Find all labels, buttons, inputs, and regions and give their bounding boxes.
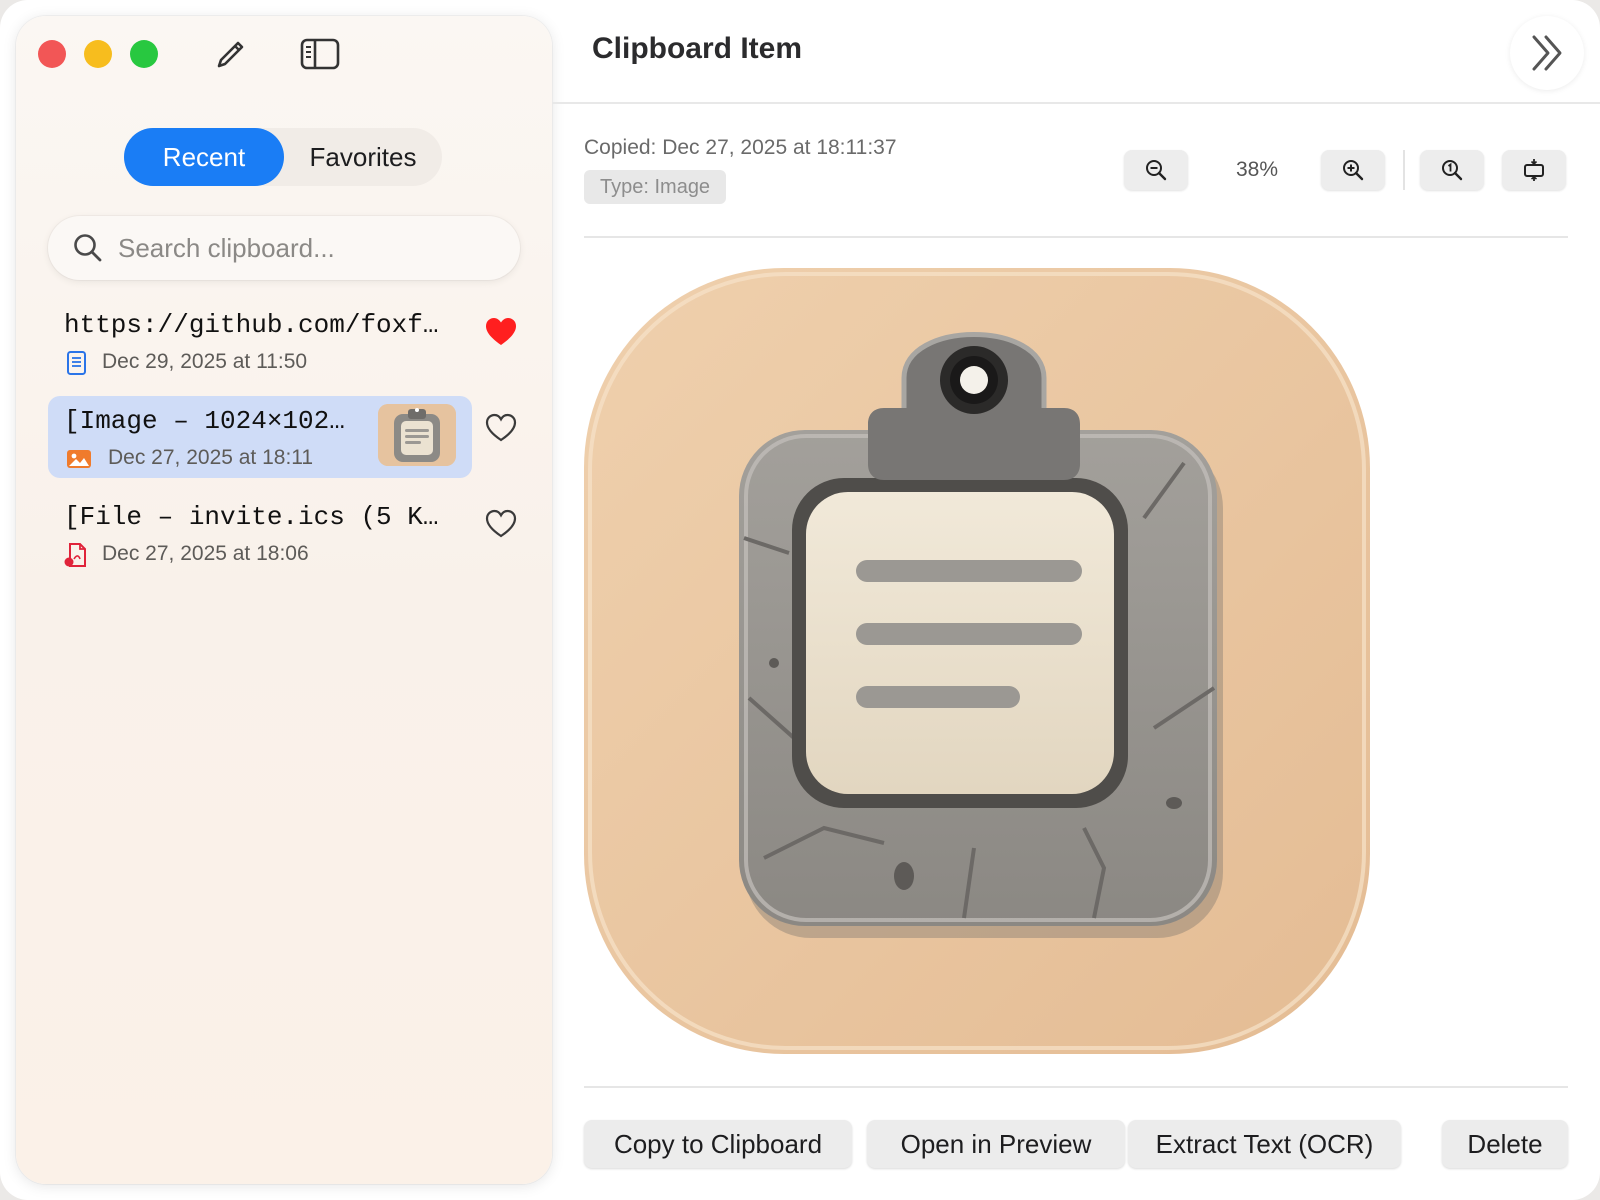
heart-outline-icon[interactable]: [484, 508, 518, 540]
list-item[interactable]: [File – invite.ics (5 K… Dec 27, 2025 at…: [48, 492, 472, 574]
clip-title: https://github.com/foxf…: [64, 310, 439, 340]
document-icon: [67, 351, 86, 375]
fit-to-window-icon: [1524, 159, 1544, 181]
image-icon: [67, 450, 91, 468]
copied-timestamp: Copied: Dec 27, 2025 at 18:11:37: [584, 136, 897, 159]
pencil-icon[interactable]: [210, 36, 250, 72]
close-window-button[interactable]: [38, 40, 66, 68]
clip-title: [Image – 1024×102…: [64, 406, 345, 436]
type-badge: Type: Image: [584, 170, 727, 204]
minimize-window-button[interactable]: [84, 40, 112, 68]
zoom-out-icon: [1146, 160, 1167, 181]
tab-switcher: Recent Favorites: [124, 128, 442, 186]
zoom-in-icon: [1343, 160, 1364, 181]
search-bar: [48, 216, 520, 280]
fit-to-window-button[interactable]: [1502, 150, 1566, 190]
clip-date: Dec 27, 2025 at 18:11: [108, 446, 314, 469]
delete-button[interactable]: Delete: [1442, 1120, 1568, 1168]
clip-date: Dec 27, 2025 at 18:06: [102, 542, 309, 565]
clip-date: Dec 29, 2025 at 11:50: [102, 350, 308, 373]
content-divider: [584, 236, 1568, 238]
copy-to-clipboard-button[interactable]: Copy to Clipboard: [584, 1120, 852, 1168]
search-input[interactable]: [118, 226, 498, 270]
clipboard-image-preview: [584, 268, 1370, 1054]
tab-favorites[interactable]: Favorites: [284, 128, 442, 186]
heart-filled-icon[interactable]: [484, 316, 518, 348]
sidebar: Recent Favorites https://github.com/foxf…: [16, 16, 552, 1184]
list-item[interactable]: https://github.com/foxf… Dec 29, 2025 at…: [48, 300, 472, 382]
double-chevron-right-icon: [1532, 35, 1562, 71]
toolbar-separator: [1403, 150, 1405, 190]
heart-outline-icon[interactable]: [484, 412, 518, 444]
pdf-file-icon: [64, 543, 86, 567]
tab-recent[interactable]: Recent: [124, 128, 284, 186]
clipboard-app-icon: [584, 268, 1370, 1054]
zoom-level: 38%: [1235, 158, 1279, 181]
maximize-window-button[interactable]: [130, 40, 158, 68]
app-window: Recent Favorites https://github.com/foxf…: [0, 0, 1600, 1200]
clip-title: [File – invite.ics (5 K…: [64, 502, 439, 532]
search-icon: [74, 234, 102, 262]
actual-size-button[interactable]: [1420, 150, 1484, 190]
zoom-out-button[interactable]: [1124, 150, 1188, 190]
header-divider: [552, 102, 1600, 104]
page-title: Clipboard Item: [592, 32, 803, 65]
actual-size-icon: [1442, 160, 1463, 181]
open-in-preview-button[interactable]: Open in Preview: [867, 1120, 1125, 1168]
sidebar-toggle-icon[interactable]: [300, 36, 340, 72]
list-item-selected[interactable]: [Image – 1024×102… Dec 27, 2025 at 18:11: [48, 396, 472, 478]
content-divider: [584, 1086, 1568, 1088]
expand-panel-button[interactable]: [1510, 16, 1584, 90]
extract-text-ocr-button[interactable]: Extract Text (OCR): [1128, 1120, 1401, 1168]
zoom-in-button[interactable]: [1321, 150, 1385, 190]
image-thumbnail: [378, 404, 456, 466]
